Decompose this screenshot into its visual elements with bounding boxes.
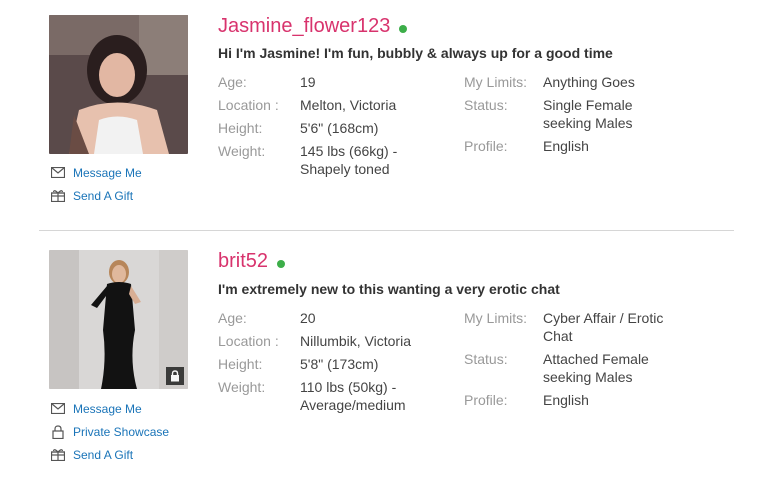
profile-details-left: Age: 19 Location : Melton, Victoria Height…	[218, 73, 438, 182]
private-showcase-label: Private Showcase	[73, 424, 170, 439]
status-label: Status:	[464, 97, 508, 113]
username-link[interactable]: Jasmine_flower123	[218, 15, 408, 38]
height-value: 5'6" (168cm)	[300, 120, 379, 136]
envelope-icon	[50, 402, 66, 416]
status-value: Single Female seeking Males	[543, 97, 633, 131]
location-value: Melton, Victoria	[300, 97, 397, 113]
age-value: 19	[300, 74, 316, 90]
age-value: 20	[300, 310, 316, 326]
location-label: Location :	[218, 333, 279, 349]
age-label: Age:	[218, 74, 247, 90]
status-value: Attached Female seeking Males	[543, 351, 649, 385]
profile-language-value: English	[543, 138, 589, 154]
profile-tagline: Hi I'm Jasmine! I'm fun, bubbly & always…	[218, 45, 613, 61]
username-link[interactable]: brit52	[218, 250, 286, 273]
limits-label: My Limits:	[464, 310, 527, 326]
profile-actions: Message Me Private Showcase Send A Gift	[50, 397, 169, 466]
weight-value: 110 lbs (50kg) - Average/medium	[300, 379, 406, 413]
height-value: 5'8" (173cm)	[300, 356, 379, 372]
send-gift-label: Send A Gift	[73, 188, 134, 203]
weight-value: 145 lbs (66kg) - Shapely toned	[300, 143, 398, 177]
profile-actions: Message Me Send A Gift	[50, 161, 142, 207]
message-me-link[interactable]: Message Me	[50, 161, 142, 184]
lock-icon	[170, 370, 180, 382]
message-me-label: Message Me	[73, 165, 142, 180]
lock-icon	[50, 424, 66, 439]
envelope-icon	[50, 166, 66, 180]
message-me-label: Message Me	[73, 401, 142, 416]
online-status-icon	[277, 259, 286, 268]
profile-details-left: Age: 20 Location : Nillumbik, Victoria Hei…	[218, 309, 438, 418]
private-showcase-link[interactable]: Private Showcase	[50, 420, 169, 443]
private-lock-badge	[166, 367, 184, 385]
height-label: Height:	[218, 356, 263, 372]
location-value: Nillumbik, Victoria	[300, 333, 411, 349]
weight-label: Weight:	[218, 143, 266, 159]
send-gift-link[interactable]: Send A Gift	[50, 184, 142, 207]
height-label: Height:	[218, 120, 263, 136]
profile-divider	[39, 230, 734, 231]
profile-language-label: Profile:	[464, 138, 508, 154]
profile-photo[interactable]	[49, 250, 188, 389]
profile-details-right: My Limits: Cyber Affair / Erotic Chat Sta…	[464, 309, 684, 414]
limits-label: My Limits:	[464, 74, 527, 90]
send-gift-label: Send A Gift	[73, 447, 134, 462]
profile-language-value: English	[543, 392, 589, 408]
username[interactable]: brit52	[218, 250, 268, 273]
profile-language-label: Profile:	[464, 392, 508, 408]
gift-icon	[50, 448, 66, 462]
profile-tagline: I'm extremely new to this wanting a very…	[218, 281, 560, 297]
message-me-link[interactable]: Message Me	[50, 397, 169, 420]
profile-details-right: My Limits: Anything Goes Status: Single Fe…	[464, 73, 684, 160]
limits-value: Anything Goes	[543, 74, 635, 90]
gift-icon	[50, 189, 66, 203]
profile-photo[interactable]	[49, 15, 188, 154]
status-label: Status:	[464, 351, 508, 367]
location-label: Location :	[218, 97, 279, 113]
weight-label: Weight:	[218, 379, 266, 395]
username[interactable]: Jasmine_flower123	[218, 15, 390, 38]
send-gift-link[interactable]: Send A Gift	[50, 443, 169, 466]
online-status-icon	[399, 24, 408, 33]
limits-value: Cyber Affair / Erotic Chat	[543, 310, 664, 344]
age-label: Age:	[218, 310, 247, 326]
